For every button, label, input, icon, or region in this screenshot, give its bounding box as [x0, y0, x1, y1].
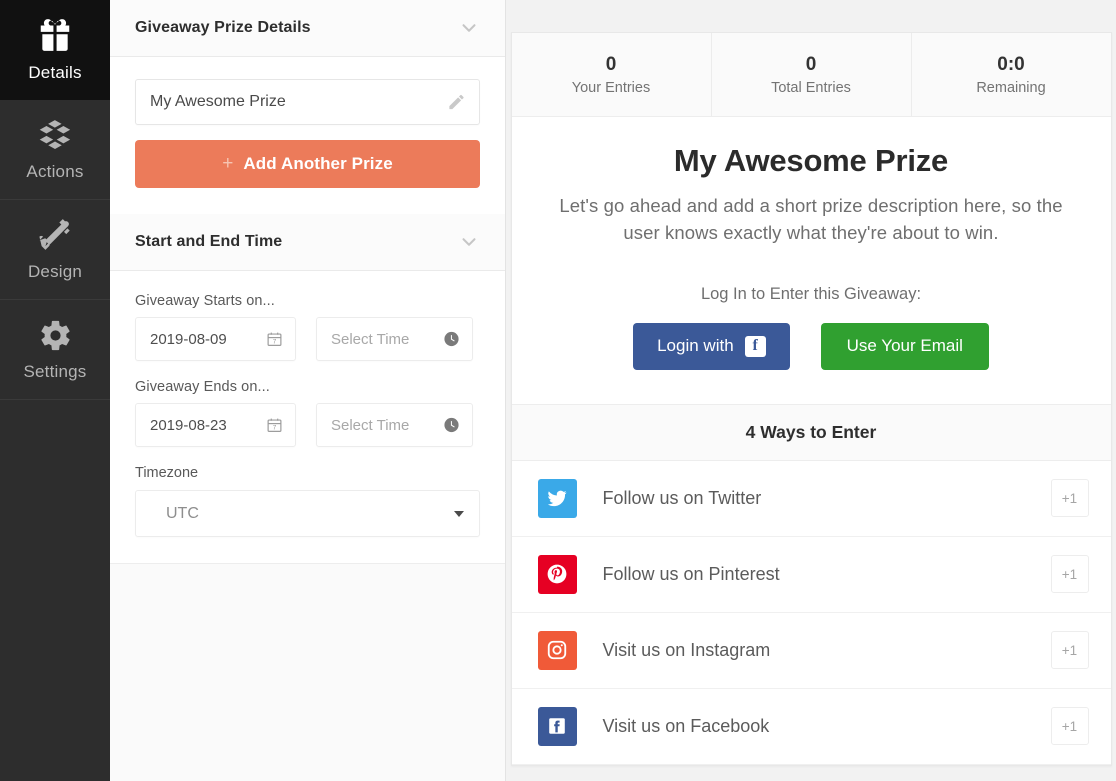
settings-panel: Giveaway Prize Details + Add Anoth	[110, 0, 506, 781]
entry-label: Visit us on Facebook	[602, 715, 770, 736]
pinterest-icon	[537, 554, 577, 594]
giveaway-ends-label: Giveaway Ends on...	[135, 379, 270, 395]
ways-to-enter-title: 4 Ways to Enter	[511, 403, 1111, 461]
prize-name-input[interactable]	[150, 93, 435, 111]
stat-caption: Total Entries	[771, 79, 851, 96]
app-root: Details Actions Design Settings Giveaway…	[0, 0, 1116, 781]
end-date-value: 2019-08-23	[150, 416, 227, 434]
twitter-icon	[537, 478, 577, 518]
chevron-down-icon[interactable]	[458, 17, 480, 39]
facebook-icon: f	[744, 335, 766, 357]
use-your-email-button[interactable]: Use Your Email	[820, 322, 989, 370]
entry-row-pinterest[interactable]: Follow us on Pinterest +1	[511, 537, 1111, 613]
gift-icon	[35, 16, 75, 54]
giveaway-widget: 0 Your Entries 0 Total Entries 0:0 Remai…	[510, 32, 1112, 766]
entry-label: Visit us on Instagram	[602, 639, 771, 660]
stat-total-entries: 0 Total Entries	[712, 33, 912, 116]
section-title: Start and End Time	[135, 233, 283, 250]
stat-remaining: 0:0 Remaining	[912, 33, 1111, 116]
entry-row-instagram[interactable]: Visit us on Instagram +1	[511, 613, 1111, 689]
facebook-button-label: Login with	[657, 336, 734, 356]
giveaway-preview: 0 Your Entries 0 Total Entries 0:0 Remai…	[506, 0, 1116, 781]
caret-down-icon	[454, 510, 464, 517]
clock-icon[interactable]	[443, 331, 460, 348]
instagram-icon	[537, 630, 577, 670]
start-datetime-row: 2019-08-09 7 Select Time	[135, 317, 480, 361]
gear-icon	[37, 318, 74, 353]
prize-title: My Awesome Prize	[673, 143, 949, 178]
start-date-value: 2019-08-09	[150, 330, 227, 348]
timezone-select[interactable]: UTC	[135, 490, 480, 537]
timezone-value: UTC	[166, 504, 199, 522]
blocks-icon	[35, 117, 75, 153]
end-date-input[interactable]: 2019-08-23 7	[135, 403, 296, 447]
stat-value: 0	[805, 53, 817, 75]
calendar-icon[interactable]: 7	[266, 331, 283, 348]
end-time-placeholder: Select Time	[331, 416, 410, 434]
sidebar-item-label: Design	[27, 262, 83, 281]
clock-icon[interactable]	[443, 417, 460, 434]
login-with-facebook-button[interactable]: Login with f	[633, 322, 790, 370]
sidebar-item-label: Details	[28, 63, 82, 82]
pencil-icon[interactable]	[447, 93, 466, 112]
facebook-icon	[537, 706, 577, 746]
giveaway-starts-label: Giveaway Starts on...	[135, 293, 275, 309]
sidebar-item-details[interactable]: Details	[0, 0, 110, 100]
end-datetime-row: 2019-08-23 7 Select Time	[135, 403, 480, 447]
sidebar-item-settings[interactable]: Settings	[0, 300, 110, 400]
start-date-input[interactable]: 2019-08-09 7	[135, 317, 296, 361]
start-end-time-body: Giveaway Starts on... 2019-08-09 7 Selec…	[110, 271, 505, 563]
plus-icon: +	[222, 153, 234, 174]
entry-points-badge: +1	[1050, 555, 1089, 594]
prize-details-section: Giveaway Prize Details + Add Anoth	[110, 0, 505, 214]
add-prize-label: Add Another Prize	[243, 154, 393, 173]
entry-row-facebook[interactable]: Visit us on Facebook +1	[511, 689, 1111, 765]
sidebar-item-actions[interactable]: Actions	[0, 100, 110, 200]
start-end-time-section: Start and End Time Giveaway Starts on...…	[110, 214, 505, 563]
sidebar-item-design[interactable]: Design	[0, 200, 110, 300]
stat-value: 0	[605, 53, 617, 75]
calendar-icon[interactable]: 7	[266, 417, 283, 434]
entry-points-badge: +1	[1050, 707, 1089, 746]
brush-icon	[35, 217, 75, 253]
add-another-prize-button[interactable]: + Add Another Prize	[135, 140, 480, 188]
prize-details-body: + Add Another Prize	[110, 57, 505, 214]
stat-your-entries: 0 Your Entries	[512, 33, 712, 116]
prize-description: Let's go ahead and add a short prize des…	[559, 195, 1063, 244]
login-caption: Log In to Enter this Giveaway:	[700, 284, 922, 303]
entry-stats-bar: 0 Your Entries 0 Total Entries 0:0 Remai…	[511, 33, 1111, 117]
chevron-down-icon[interactable]	[458, 231, 480, 253]
end-time-input[interactable]: Select Time	[316, 403, 473, 447]
entry-points-badge: +1	[1050, 631, 1089, 670]
entry-points-badge: +1	[1050, 479, 1089, 518]
prize-hero: My Awesome Prize Let's go ahead and add …	[512, 117, 1111, 247]
login-area: Log In to Enter this Giveaway: Login wit…	[512, 247, 1111, 404]
start-end-time-header[interactable]: Start and End Time	[110, 214, 505, 271]
entry-label: Follow us on Pinterest	[602, 563, 780, 584]
panel-empty-space	[110, 563, 505, 781]
sidebar-item-label: Settings	[23, 361, 87, 381]
start-time-input[interactable]: Select Time	[316, 317, 473, 361]
prize-name-field[interactable]	[135, 79, 480, 125]
stat-caption: Your Entries	[571, 79, 651, 96]
entry-label: Follow us on Twitter	[602, 487, 762, 508]
start-time-placeholder: Select Time	[331, 330, 410, 348]
prize-details-header[interactable]: Giveaway Prize Details	[110, 0, 505, 57]
primary-nav-rail: Details Actions Design Settings	[0, 0, 110, 781]
stat-caption: Remaining	[976, 79, 1046, 96]
entry-row-twitter[interactable]: Follow us on Twitter +1	[511, 461, 1111, 537]
sidebar-item-label: Actions	[26, 162, 84, 181]
stat-value: 0:0	[997, 53, 1025, 75]
svg-text:7: 7	[273, 425, 277, 432]
svg-text:7: 7	[273, 339, 277, 346]
login-buttons: Login with f Use Your Email	[512, 322, 1111, 370]
timezone-label: Timezone	[135, 465, 199, 481]
section-title: Giveaway Prize Details	[135, 19, 311, 36]
